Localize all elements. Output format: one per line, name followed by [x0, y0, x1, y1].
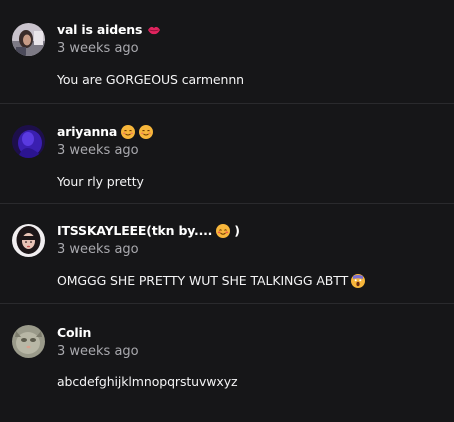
comment-body: You are GORGEOUS carmennn	[57, 72, 244, 87]
avatar[interactable]	[12, 125, 45, 158]
username[interactable]: val is aidens	[57, 22, 161, 37]
smiling-face-icon	[121, 124, 136, 139]
username-text: ITSSKAYLEEE(tkn by....	[57, 223, 213, 238]
comments-list: val is aidens 3 weeks ago You are GORGEO…	[0, 0, 454, 418]
blushing-face-icon	[216, 223, 231, 238]
comment-item: ariyanna 3 weeks ago Your rly pretty	[0, 104, 454, 204]
kiss-lips-icon	[146, 23, 161, 37]
comment-body: abcdefghijklmnopqrstuvwxyz	[57, 374, 238, 389]
comment-item: Colin 3 weeks ago abcdefghijklmnopqrstuv…	[0, 304, 454, 422]
username[interactable]: ariyanna	[57, 124, 154, 139]
username[interactable]: Colin	[57, 325, 91, 340]
comment-item: ITSSKAYLEEE(tkn by.... ) 3 weeks ago OMG…	[0, 204, 454, 304]
comment-text: Your rly pretty	[57, 174, 144, 189]
comment-body: OMGGG SHE PRETTY WUT SHE TALKINGG ABTT	[57, 273, 349, 288]
comment-timestamp: 3 weeks ago	[57, 242, 139, 257]
avatar-image	[12, 224, 45, 257]
smiling-face-icon	[139, 124, 154, 139]
username[interactable]: ITSSKAYLEEE(tkn by.... )	[57, 223, 240, 238]
username-text: val is aidens	[57, 22, 143, 37]
username-text: Colin	[57, 325, 92, 340]
username-suffix: )	[234, 223, 240, 238]
avatar[interactable]	[12, 224, 45, 257]
comment-body: Your rly pretty	[57, 174, 144, 189]
comment-text: You are GORGEOUS carmennn	[57, 72, 244, 87]
avatar[interactable]	[12, 325, 45, 358]
comment-timestamp: 3 weeks ago	[57, 41, 139, 56]
comment-timestamp: 3 weeks ago	[57, 344, 139, 359]
screaming-face-icon	[351, 273, 366, 288]
comment-text: OMGGG SHE PRETTY WUT SHE TALKINGG ABTT	[57, 273, 366, 288]
comment-text: abcdefghijklmnopqrstuvwxyz	[57, 374, 238, 389]
avatar-image	[12, 125, 45, 158]
avatar-image	[12, 23, 45, 56]
avatar-image	[12, 325, 45, 358]
comment-timestamp: 3 weeks ago	[57, 143, 139, 158]
avatar[interactable]	[12, 23, 45, 56]
comment-item: val is aidens 3 weeks ago You are GORGEO…	[0, 0, 454, 104]
username-text: ariyanna	[57, 124, 118, 139]
